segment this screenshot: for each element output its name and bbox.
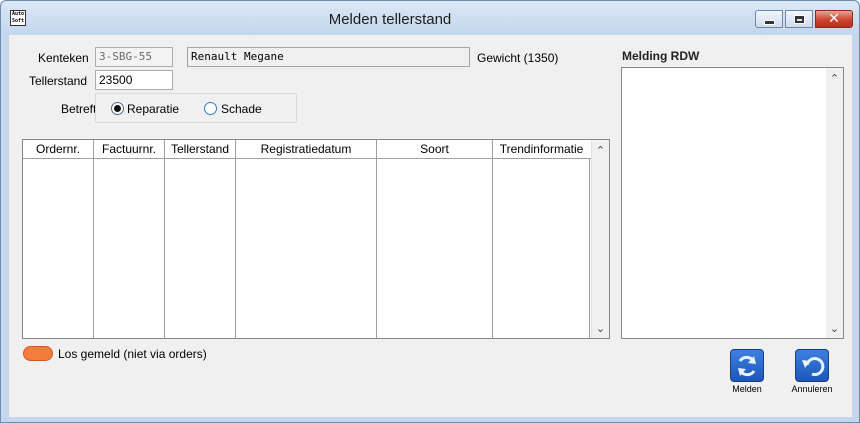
column-header-soort[interactable]: Soort — [377, 140, 493, 159]
maximize-button[interactable] — [785, 10, 813, 28]
schade-label[interactable]: Schade — [221, 102, 262, 116]
table-vertical-scrollbar[interactable]: ⌃ ⌄ — [591, 140, 609, 338]
kenteken-label: Kenteken — [38, 51, 89, 65]
refresh-icon — [738, 355, 756, 376]
scroll-down-icon[interactable]: ⌄ — [592, 320, 609, 337]
annuleren-label[interactable]: Annuleren — [782, 384, 842, 394]
melding-rdw-textarea[interactable]: ⌃ ⌄ — [621, 67, 844, 339]
close-button[interactable]: ✕ — [815, 10, 853, 28]
legend-swatch — [23, 346, 53, 361]
schade-radio[interactable] — [204, 102, 217, 115]
betreft-label: Betreft — [61, 102, 97, 116]
melden-button[interactable] — [730, 349, 764, 382]
annuleren-button[interactable] — [795, 349, 829, 382]
vehicle-model-field[interactable]: Renault Megane — [187, 47, 470, 67]
minimize-button[interactable] — [755, 10, 783, 28]
window-title: Melden tellerstand — [328, 11, 452, 28]
tellerstand-label: Tellerstand — [29, 74, 88, 88]
close-icon: ✕ — [828, 11, 840, 27]
melding-rdw-title: Melding RDW — [622, 49, 700, 63]
column-divider — [589, 159, 590, 338]
column-divider — [235, 159, 236, 338]
column-header-trendinformatie[interactable]: Trendinformatie — [493, 140, 590, 159]
reparatie-label[interactable]: Reparatie — [127, 102, 179, 116]
reparatie-radio[interactable] — [111, 102, 124, 115]
column-header-ordernr[interactable]: Ordernr. — [23, 140, 94, 159]
column-divider — [492, 159, 493, 338]
maximize-icon — [793, 14, 805, 24]
gewicht-label: Gewicht (1350) — [477, 51, 559, 65]
table-header: Ordernr. Factuurnr. Tellerstand Registra… — [23, 140, 593, 159]
column-divider — [376, 159, 377, 338]
legend-label: Los gemeld (niet via orders) — [58, 347, 207, 361]
kenteken-field[interactable]: 3-SBG-55 — [95, 47, 173, 67]
scroll-up-icon[interactable]: ⌃ — [592, 142, 609, 159]
minimize-icon — [763, 19, 775, 25]
betreft-radio-group: Reparatie Schade — [95, 93, 297, 123]
scroll-up-icon[interactable]: ⌃ — [826, 70, 843, 87]
column-header-registratiedatum[interactable]: Registratiedatum — [236, 140, 377, 159]
tellerstand-input[interactable]: 23500 — [95, 70, 173, 90]
tellerstand-table[interactable]: Ordernr. Factuurnr. Tellerstand Registra… — [22, 139, 610, 339]
application-window: Auto Soft Melden tellerstand ✕ Kenteken 3… — [0, 0, 860, 423]
title-bar[interactable]: Auto Soft Melden tellerstand ✕ — [1, 1, 859, 35]
column-header-factuurnr[interactable]: Factuurnr. — [94, 140, 165, 159]
column-divider — [93, 159, 94, 338]
column-divider — [164, 159, 165, 338]
rdw-vertical-scrollbar[interactable]: ⌃ ⌄ — [826, 68, 843, 338]
dialog-body: Kenteken 3-SBG-55 Renault Megane Gewicht… — [9, 35, 852, 417]
melden-label[interactable]: Melden — [717, 384, 777, 394]
undo-icon — [802, 356, 825, 376]
scroll-down-icon[interactable]: ⌄ — [826, 320, 843, 337]
column-header-tellerstand[interactable]: Tellerstand — [165, 140, 236, 159]
